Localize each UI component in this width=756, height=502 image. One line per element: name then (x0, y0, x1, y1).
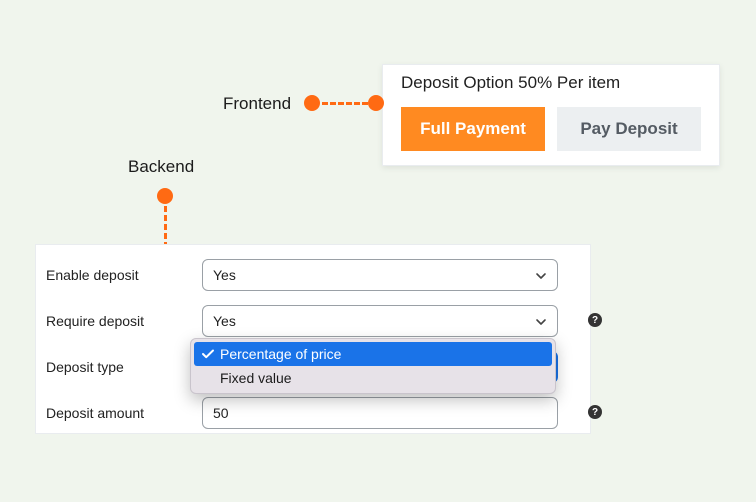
require-deposit-select[interactable]: Yes (202, 305, 558, 337)
frontend-button-group: Full Payment Pay Deposit (383, 93, 719, 167)
require-deposit-label: Require deposit (46, 313, 202, 329)
require-deposit-value: Yes (213, 313, 236, 329)
connector-dot (368, 95, 384, 111)
deposit-type-option-percentage[interactable]: Percentage of price (194, 342, 552, 366)
help-icon[interactable]: ? (588, 313, 602, 327)
backend-label: Backend (128, 157, 194, 177)
chevron-down-icon (535, 269, 547, 281)
enable-deposit-value: Yes (213, 267, 236, 283)
chevron-down-icon (535, 315, 547, 327)
full-payment-button[interactable]: Full Payment (401, 107, 545, 151)
row-deposit-amount: Deposit amount ? (46, 397, 580, 429)
connector-dash (322, 102, 368, 105)
deposit-type-label: Deposit type (46, 359, 202, 375)
enable-deposit-select[interactable]: Yes (202, 259, 558, 291)
option-label: Fixed value (220, 370, 292, 386)
deposit-type-option-fixed[interactable]: Fixed value (194, 366, 552, 390)
enable-deposit-label: Enable deposit (46, 267, 202, 283)
option-label: Percentage of price (220, 346, 341, 362)
deposit-amount-label: Deposit amount (46, 405, 202, 421)
deposit-type-dropdown: Percentage of price Fixed value (190, 338, 556, 394)
connector-dot (157, 188, 173, 204)
frontend-label: Frontend (223, 94, 291, 114)
frontend-card: Deposit Option 50% Per item Full Payment… (382, 64, 720, 166)
deposit-amount-input[interactable] (202, 397, 558, 429)
row-require-deposit: Require deposit Yes ? (46, 305, 580, 337)
row-enable-deposit: Enable deposit Yes (46, 259, 580, 291)
connector-dot (304, 95, 320, 111)
connector-dash (164, 206, 167, 248)
pay-deposit-button[interactable]: Pay Deposit (557, 107, 701, 151)
help-icon[interactable]: ? (588, 405, 602, 419)
check-icon (201, 347, 215, 361)
frontend-title: Deposit Option 50% Per item (383, 65, 719, 93)
